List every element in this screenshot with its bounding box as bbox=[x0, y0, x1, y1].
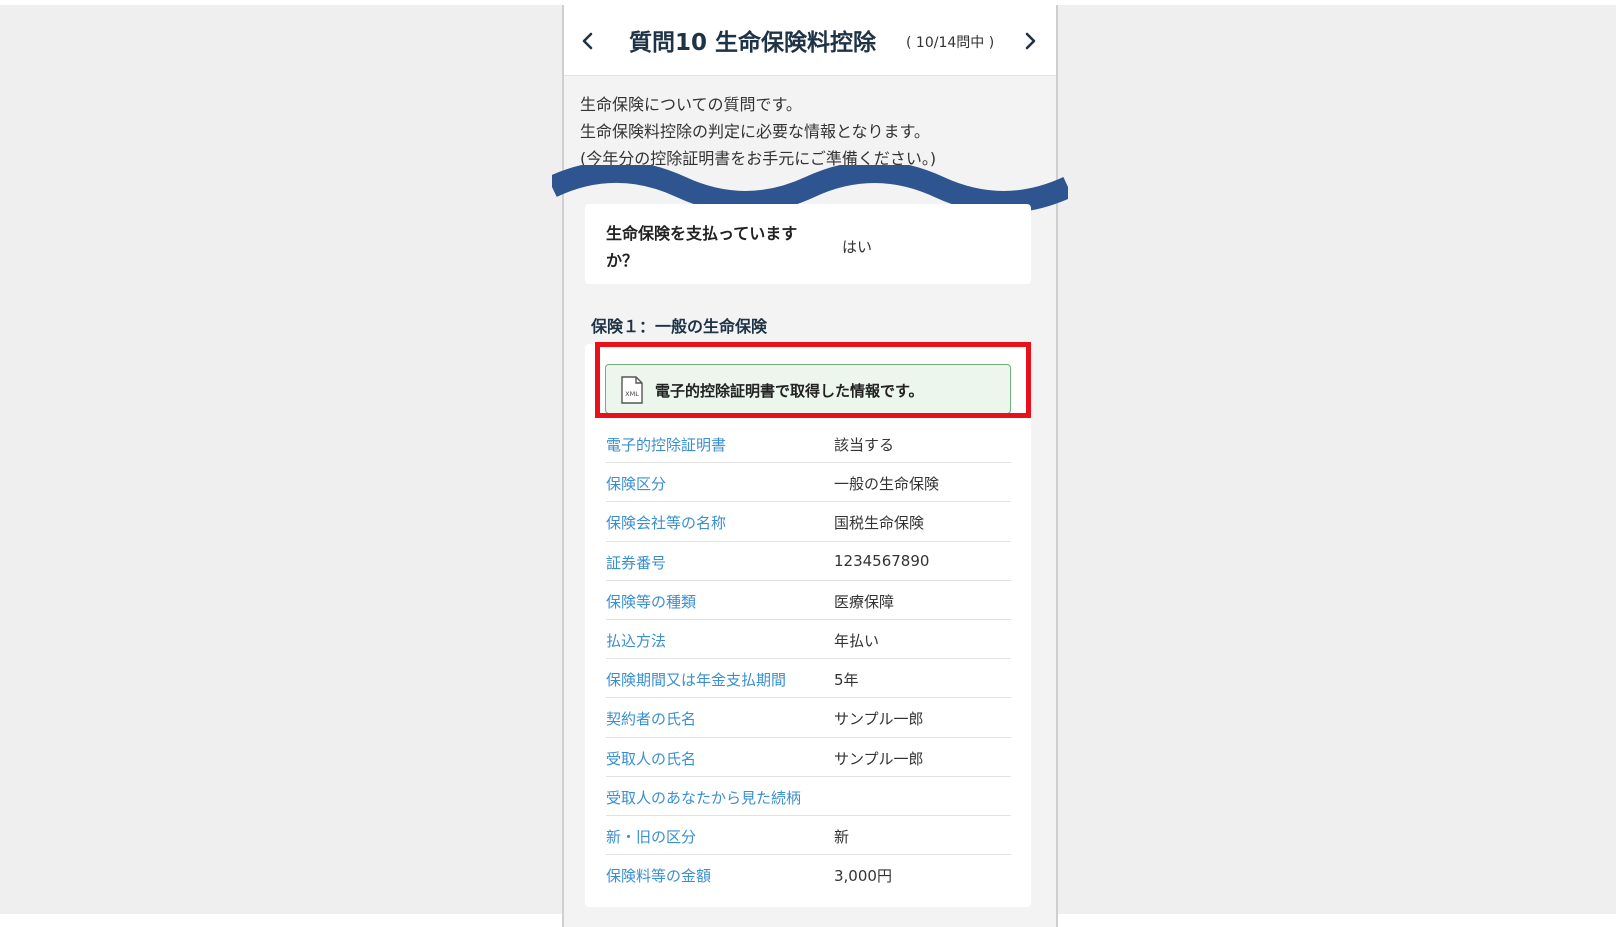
question-answer: はい bbox=[842, 238, 873, 256]
detail-value: 年払い bbox=[834, 631, 880, 650]
question-progress: ( 10/14問中 ) bbox=[906, 35, 995, 51]
xml-icon-label: XML bbox=[625, 390, 639, 398]
detail-row: 新・旧の区分 新 bbox=[606, 816, 1011, 856]
chevron-right-icon bbox=[1025, 32, 1036, 50]
detail-label: 保険期間又は年金支払期間 bbox=[606, 671, 787, 690]
xml-file-icon: XML bbox=[621, 376, 643, 404]
prev-question-button[interactable] bbox=[574, 27, 602, 55]
detail-value: 新 bbox=[834, 827, 850, 846]
detail-value: 国税生命保険 bbox=[834, 514, 925, 533]
detail-label: 証券番号 bbox=[606, 553, 667, 572]
detail-label: 払込方法 bbox=[606, 631, 667, 650]
detail-list: 電子的控除証明書 該当する 保険区分 一般の生命保険 保険会社等の名称 国税生命… bbox=[606, 424, 1011, 894]
detail-label: 保険料等の金額 bbox=[606, 867, 712, 886]
detail-label: 受取人の氏名 bbox=[606, 749, 697, 768]
chevron-left-icon bbox=[582, 32, 593, 50]
next-question-button[interactable] bbox=[1016, 27, 1044, 55]
intro-line: 生命保険料控除の判定に必要な情報となります。 bbox=[580, 122, 930, 141]
section-title: 保険１：一般の生命保険 bbox=[591, 317, 768, 336]
detail-label: 新・旧の区分 bbox=[606, 827, 697, 846]
detail-row: 契約者の氏名 サンプル一郎 bbox=[606, 698, 1011, 738]
detail-value: 該当する bbox=[834, 436, 895, 454]
xml-notice-text: 電子的控除証明書で取得した情報です。 bbox=[655, 382, 924, 400]
question-answer-card: 生命保険を支払っていますか？ はい bbox=[585, 204, 1031, 284]
detail-value: サンプル一郎 bbox=[834, 749, 924, 768]
detail-value: サンプル一郎 bbox=[834, 710, 924, 729]
question-header: 質問10 生命保険料控除 ( 10/14問中 ) bbox=[564, 5, 1056, 76]
background-left bbox=[0, 5, 562, 914]
detail-label: 保険会社等の名称 bbox=[606, 514, 727, 533]
detail-value: 医療保障 bbox=[834, 592, 895, 611]
detail-value: 一般の生命保険 bbox=[834, 475, 940, 494]
detail-row: 電子的控除証明書 該当する bbox=[606, 424, 1011, 464]
detail-label: 保険等の種類 bbox=[606, 592, 697, 611]
detail-value: 3,000円 bbox=[834, 867, 892, 886]
detail-row: 保険会社等の名称 国税生命保険 bbox=[606, 502, 1011, 542]
intro-line: 生命保険についての質問です。 bbox=[580, 95, 802, 114]
detail-row: 保険区分 一般の生命保険 bbox=[606, 463, 1011, 503]
intro-text: 生命保険についての質問です。 生命保険料控除の判定に必要な情報となります。 (今… bbox=[580, 91, 1050, 172]
detail-label: 契約者の氏名 bbox=[606, 710, 697, 729]
detail-label: 受取人のあなたから見た続柄 bbox=[606, 788, 802, 807]
page-title: 質問10 生命保険料控除 bbox=[629, 30, 877, 56]
question-label: 生命保険を支払っていますか？ bbox=[606, 224, 798, 270]
xml-notice-banner: XML 電子的控除証明書で取得した情報です。 bbox=[605, 364, 1011, 414]
mobile-screen: 質問10 生命保険料控除 ( 10/14問中 ) 生命保険についての質問です。 … bbox=[552, 5, 1068, 927]
insurance-detail-card: XML 電子的控除証明書で取得した情報です。 電子的控除証明書 該当する 保険区… bbox=[585, 342, 1031, 907]
detail-row: 受取人の氏名 サンプル一郎 bbox=[606, 738, 1011, 777]
background-right bbox=[1058, 5, 1616, 914]
detail-row: 証券番号 1234567890 bbox=[606, 542, 1011, 581]
detail-label: 保険区分 bbox=[606, 475, 667, 494]
detail-label: 電子的控除証明書 bbox=[606, 436, 727, 454]
detail-row: 保険料等の金額 3,000円 bbox=[606, 855, 1011, 894]
detail-row: 保険期間又は年金支払期間 5年 bbox=[606, 659, 1011, 699]
detail-row: 保険等の種類 医療保障 bbox=[606, 581, 1011, 620]
detail-row: 受取人のあなたから見た続柄 bbox=[606, 777, 1011, 816]
detail-value: 1234567890 bbox=[834, 551, 930, 570]
detail-value: 5年 bbox=[834, 671, 859, 690]
detail-row: 払込方法 年払い bbox=[606, 620, 1011, 660]
